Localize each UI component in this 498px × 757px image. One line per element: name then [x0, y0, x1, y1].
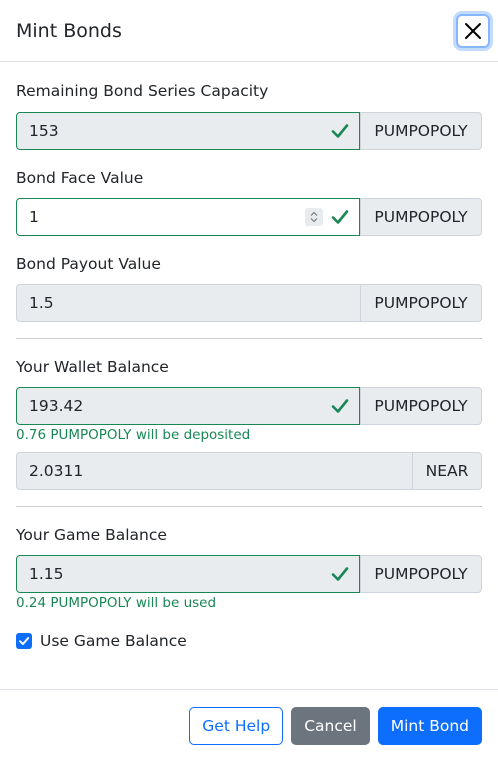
remaining-capacity-value: 153 — [29, 122, 59, 140]
remaining-capacity-group: 153 PUMPOPOLY — [16, 112, 482, 150]
wallet-deposit-hint: 0.76 PUMPOPOLY will be deposited — [16, 427, 251, 443]
wallet-balance-unit: PUMPOPOLY — [360, 387, 482, 425]
check-icon — [331, 210, 349, 224]
face-value-input[interactable]: 1 — [16, 198, 360, 236]
use-game-balance-row[interactable]: Use Game Balance — [16, 632, 482, 650]
modal-body: Remaining Bond Series Capacity 153 PUMPO… — [0, 62, 498, 650]
payout-value-value: 1.5 — [29, 294, 54, 312]
wallet-balance-input: 193.42 — [16, 387, 360, 425]
game-balance-group: 1.15 PUMPOPOLY — [16, 555, 482, 593]
check-icon — [331, 567, 349, 581]
payout-value-group: 1.5 PUMPOPOLY — [16, 284, 482, 322]
game-balance-label: Your Game Balance — [16, 526, 167, 544]
game-balance-input: 1.15 — [16, 555, 360, 593]
face-value-group: 1 PUMPOPOLY — [16, 198, 482, 236]
payout-value-label: Bond Payout Value — [16, 255, 161, 273]
check-icon — [331, 124, 349, 138]
close-button[interactable] — [456, 13, 490, 48]
wallet-balance-value: 193.42 — [29, 397, 84, 415]
near-balance-value: 2.0311 — [29, 462, 84, 480]
checkmark-icon — [19, 637, 30, 645]
near-balance-group: 2.0311 NEAR — [16, 452, 482, 490]
face-value-unit: PUMPOPOLY — [360, 198, 482, 236]
wallet-balance-group: 193.42 PUMPOPOLY — [16, 387, 482, 425]
use-game-balance-label: Use Game Balance — [40, 632, 187, 650]
game-balance-unit: PUMPOPOLY — [360, 555, 482, 593]
payout-value-unit: PUMPOPOLY — [360, 284, 482, 322]
face-value-value: 1 — [29, 208, 39, 226]
number-spinner[interactable] — [305, 208, 323, 226]
check-icon — [331, 399, 349, 413]
game-used-hint: 0.24 PUMPOPOLY will be used — [16, 595, 217, 611]
spinner-arrows-icon — [310, 211, 318, 223]
wallet-balance-label: Your Wallet Balance — [16, 358, 169, 376]
remaining-capacity-input: 153 — [16, 112, 360, 150]
mint-bond-button[interactable]: Mint Bond — [377, 707, 482, 745]
remaining-capacity-label: Remaining Bond Series Capacity — [16, 82, 269, 100]
get-help-button[interactable]: Get Help — [189, 707, 284, 745]
modal-header: Mint Bonds — [0, 0, 498, 62]
near-balance-unit: NEAR — [412, 452, 482, 490]
game-balance-value: 1.15 — [29, 565, 64, 583]
remaining-capacity-unit: PUMPOPOLY — [360, 112, 482, 150]
near-balance-input: 2.0311 — [16, 452, 412, 490]
close-icon — [465, 22, 481, 39]
face-value-label: Bond Face Value — [16, 169, 144, 187]
modal-footer: Get Help Cancel Mint Bond — [0, 689, 498, 757]
cancel-button[interactable]: Cancel — [291, 707, 370, 745]
modal-title: Mint Bonds — [16, 19, 122, 42]
mint-bonds-modal: Mint Bonds Remaining Bond Series Capacit… — [0, 0, 498, 757]
payout-value-input: 1.5 — [16, 284, 360, 322]
use-game-balance-checkbox[interactable] — [16, 633, 32, 649]
